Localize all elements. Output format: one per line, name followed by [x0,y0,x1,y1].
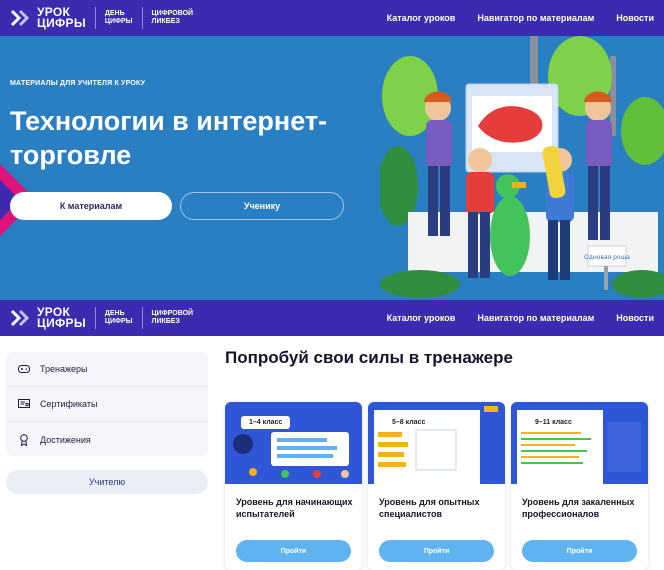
logo-line-2: ЦИФРЫ [37,16,86,30]
sidebar-item-certificates[interactable]: Сертификаты [6,387,208,422]
logo-urok-cifry[interactable]: УРОК ЦИФРЫ [10,6,86,30]
logo-mark-icon [10,9,30,27]
main-nav: Каталог уроков Навигатор по материалам Н… [387,13,654,23]
card-start-button[interactable]: Пройти [522,540,637,562]
logo-likbez[interactable]: ЦИФРОВОЙ ЛИКБЕЗ [152,10,194,26]
card-start-button[interactable]: Пройти [379,540,494,562]
sidebar-item-label: Достижения [40,434,91,445]
den-line-1: ДЕНЬ [104,310,125,317]
nav-navigator[interactable]: Навигатор по материалам [477,313,594,323]
card-title: Уровень для закаленных профессионалов [522,497,635,519]
section-title: Попробуй свои силы в тренажере [225,348,513,367]
sidebar-menu: Тренажеры Сертификаты Достижения [6,352,208,456]
sign-text: Одновая роща [584,254,630,261]
logo-den-cifry[interactable]: ДЕНЬ ЦИФРЫ [105,10,133,26]
divider [94,307,96,329]
card-thumbnail: 1–4 класс [225,402,362,484]
logo-urok-cifry[interactable]: УРОК ЦИФРЫ [10,306,86,330]
divider [141,7,143,29]
den-line-2: ЦИФРЫ [104,18,133,25]
divider [94,7,96,29]
sticky-header: УРОК ЦИФРЫ ДЕНЬ ЦИФРЫ ЦИФРОВОЙ ЛИКБЕЗ Ка… [0,300,664,336]
sidebar-item-achievements[interactable]: Достижения [6,422,208,457]
student-button[interactable]: Ученику [180,192,344,220]
sidebar-item-label: Тренажеры [40,364,88,374]
card-start-button[interactable]: Пройти [236,540,351,562]
top-header: УРОК ЦИФРЫ ДЕНЬ ЦИФРЫ ЦИФРОВОЙ ЛИКБЕЗ Ка… [0,0,664,36]
likbez-line-2: ЛИКБЕЗ [151,18,180,25]
hero-illustration: Одновая роща [380,36,664,298]
nav-news[interactable]: Новости [616,13,654,23]
trainer-card-beginner[interactable]: 1–4 класс Уровень для начинающих испытат… [225,402,362,570]
card-thumbnail: 5–8 класс [368,402,505,484]
den-line-1: ДЕНЬ [104,10,125,17]
likbez-line-2: ЛИКБЕЗ [151,318,180,325]
card-grade-label: 9–11 класс [527,416,580,429]
nav-navigator[interactable]: Навигатор по материалам [477,13,594,23]
logo-den-cifry[interactable]: ДЕНЬ ЦИФРЫ [105,310,133,326]
medal-icon [18,433,30,446]
logo-mark-icon [10,309,30,327]
hero-kicker: МАТЕРИАЛЫ ДЛЯ УЧИТЕЛЯ К УРОКУ [10,80,146,87]
hero-banner: МАТЕРИАЛЫ ДЛЯ УЧИТЕЛЯ К УРОКУ Технологии… [0,36,664,300]
nav-news[interactable]: Новости [616,313,654,323]
certificate-icon [18,398,30,410]
nav-catalog[interactable]: Каталог уроков [387,13,456,23]
logo-line-2: ЦИФРЫ [37,316,86,330]
main-nav: Каталог уроков Навигатор по материалам Н… [387,313,654,323]
sidebar-item-label: Сертификаты [40,399,98,409]
card-thumbnail: 9–11 класс [511,402,648,484]
den-line-2: ЦИФРЫ [104,318,133,325]
card-title: Уровень для начинающих испытателей [236,497,353,519]
teacher-button[interactable]: Учителю [6,470,208,494]
likbez-line-1: ЦИФРОВОЙ [151,10,194,17]
hero-title: Технологии в интернет-торговле [10,106,328,170]
card-title: Уровень для опытных специалистов [379,497,480,519]
gamepad-icon [18,363,30,375]
likbez-line-1: ЦИФРОВОЙ [151,310,194,317]
sidebar-item-trainers[interactable]: Тренажеры [6,352,208,387]
card-grade-label: 1–4 класс [241,416,291,429]
nav-catalog[interactable]: Каталог уроков [387,313,456,323]
logo-likbez[interactable]: ЦИФРОВОЙ ЛИКБЕЗ [152,310,194,326]
divider [141,307,143,329]
to-materials-button[interactable]: К материалам [10,192,172,220]
trainer-card-professional[interactable]: 9–11 класс Уровень для закаленных профес… [511,402,648,570]
trainer-card-experienced[interactable]: 5–8 класс Уровень для опытных специалист… [368,402,505,570]
card-grade-label: 5–8 класс [384,416,434,429]
